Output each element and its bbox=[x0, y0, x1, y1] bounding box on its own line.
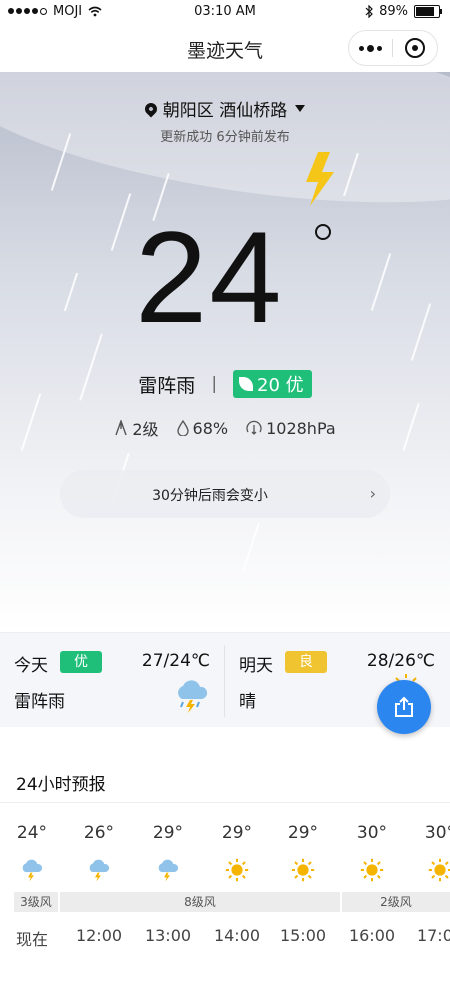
close-button[interactable] bbox=[393, 31, 436, 65]
weather-condition: 雷阵雨 bbox=[138, 374, 196, 397]
day-name: 明天 bbox=[239, 656, 273, 676]
hour-temperature: 29° bbox=[152, 823, 184, 843]
hour-temperature: 29° bbox=[221, 823, 253, 843]
weather-metrics: 2级 68% 1028hPa bbox=[0, 416, 450, 440]
location-name: 朝阳区 酒仙桥路 bbox=[162, 101, 288, 121]
lightning-icon bbox=[306, 152, 334, 206]
sun-icon bbox=[291, 858, 315, 882]
wind-icon bbox=[115, 420, 127, 436]
hour-temperature: 29° bbox=[287, 823, 319, 843]
sun-icon bbox=[428, 858, 450, 882]
degree-symbol bbox=[315, 224, 331, 240]
target-icon bbox=[404, 38, 425, 58]
hourly-forecast[interactable]: 24° 现在 26° 12:00 29° 13:00 29° 14:00 29° bbox=[0, 820, 450, 982]
wind-level-bar: 8级风 bbox=[60, 892, 340, 912]
hour-temperature: 30° bbox=[424, 823, 450, 843]
share-icon bbox=[395, 696, 413, 717]
hour-label: 17:00 bbox=[416, 926, 450, 945]
hour-label: 14:00 bbox=[213, 926, 261, 945]
humidity-value: 68% bbox=[192, 418, 229, 438]
update-status: 更新成功 6分钟前发布 bbox=[160, 130, 290, 145]
condition-divider: | bbox=[211, 374, 218, 394]
more-button[interactable] bbox=[349, 31, 392, 65]
thunderstorm-icon bbox=[178, 680, 208, 713]
location-selector[interactable]: 朝阳区 酒仙桥路 bbox=[0, 96, 450, 121]
hour-temperature: 30° bbox=[356, 823, 388, 843]
day-condition: 晴 bbox=[239, 692, 256, 712]
wind-level-bar: 3级风 bbox=[14, 892, 58, 912]
aqi-value: 20 优 bbox=[257, 375, 304, 396]
hour-label: 现在 bbox=[15, 930, 48, 949]
day-name: 今天 bbox=[14, 656, 48, 676]
weather-hero: 朝阳区 酒仙桥路 更新成功 6分钟前发布 24 雷阵雨 | 20 优 2级 68… bbox=[0, 72, 450, 632]
share-button[interactable] bbox=[377, 680, 431, 734]
rain-forecast-banner[interactable]: 30分钟后雨会变小 › bbox=[60, 470, 390, 518]
hour-label: 13:00 bbox=[144, 926, 192, 945]
sun-icon bbox=[225, 858, 249, 882]
temperature-range: 27/24℃ bbox=[141, 651, 210, 671]
hour-label: 16:00 bbox=[348, 926, 396, 945]
air-quality-badge: 优 bbox=[60, 651, 102, 673]
hour-temperature: 26° bbox=[83, 823, 115, 843]
pressure-icon bbox=[246, 420, 262, 435]
leaf-icon bbox=[239, 377, 254, 391]
air-quality-badge: 良 bbox=[285, 651, 327, 673]
today-card[interactable]: 今天 优 27/24℃ 雷阵雨 bbox=[0, 633, 224, 727]
miniprogram-capsule bbox=[348, 30, 438, 66]
aqi-badge[interactable]: 20 优 bbox=[233, 370, 312, 398]
temperature-range: 28/26℃ bbox=[366, 651, 435, 671]
hour-label: 15:00 bbox=[279, 926, 327, 945]
thunderstorm-icon bbox=[89, 859, 110, 882]
condition-row: 雷阵雨 | 20 优 bbox=[0, 370, 450, 398]
pressure-value: 1028hPa bbox=[266, 418, 336, 438]
location-pin-icon bbox=[142, 100, 160, 117]
hourly-forecast-title: 24小时预报 bbox=[16, 775, 106, 795]
sun-icon bbox=[360, 858, 384, 882]
day-condition: 雷阵雨 bbox=[14, 692, 65, 712]
nav-bar: 墨迹天气 bbox=[0, 24, 450, 72]
chevron-right-icon: › bbox=[369, 484, 376, 503]
current-temperature: 24 bbox=[135, 204, 284, 350]
battery-icon bbox=[414, 5, 442, 18]
wind-level: 2级 bbox=[132, 420, 159, 439]
battery-percent: 89% bbox=[379, 4, 408, 19]
thunderstorm-icon bbox=[22, 859, 43, 882]
rain-forecast-text: 30分钟后雨会变小 bbox=[152, 488, 268, 504]
status-bar: MOJI 03:10 AM 89% bbox=[0, 0, 450, 24]
hour-temperature: 24° bbox=[16, 823, 48, 843]
hour-label: 12:00 bbox=[75, 926, 123, 945]
thunderstorm-icon bbox=[158, 859, 179, 882]
chevron-down-icon bbox=[295, 105, 306, 112]
humidity-icon bbox=[176, 420, 189, 436]
bluetooth-icon bbox=[365, 5, 373, 18]
section-divider bbox=[0, 802, 450, 803]
wind-level-bar: 2级风 bbox=[342, 892, 450, 912]
